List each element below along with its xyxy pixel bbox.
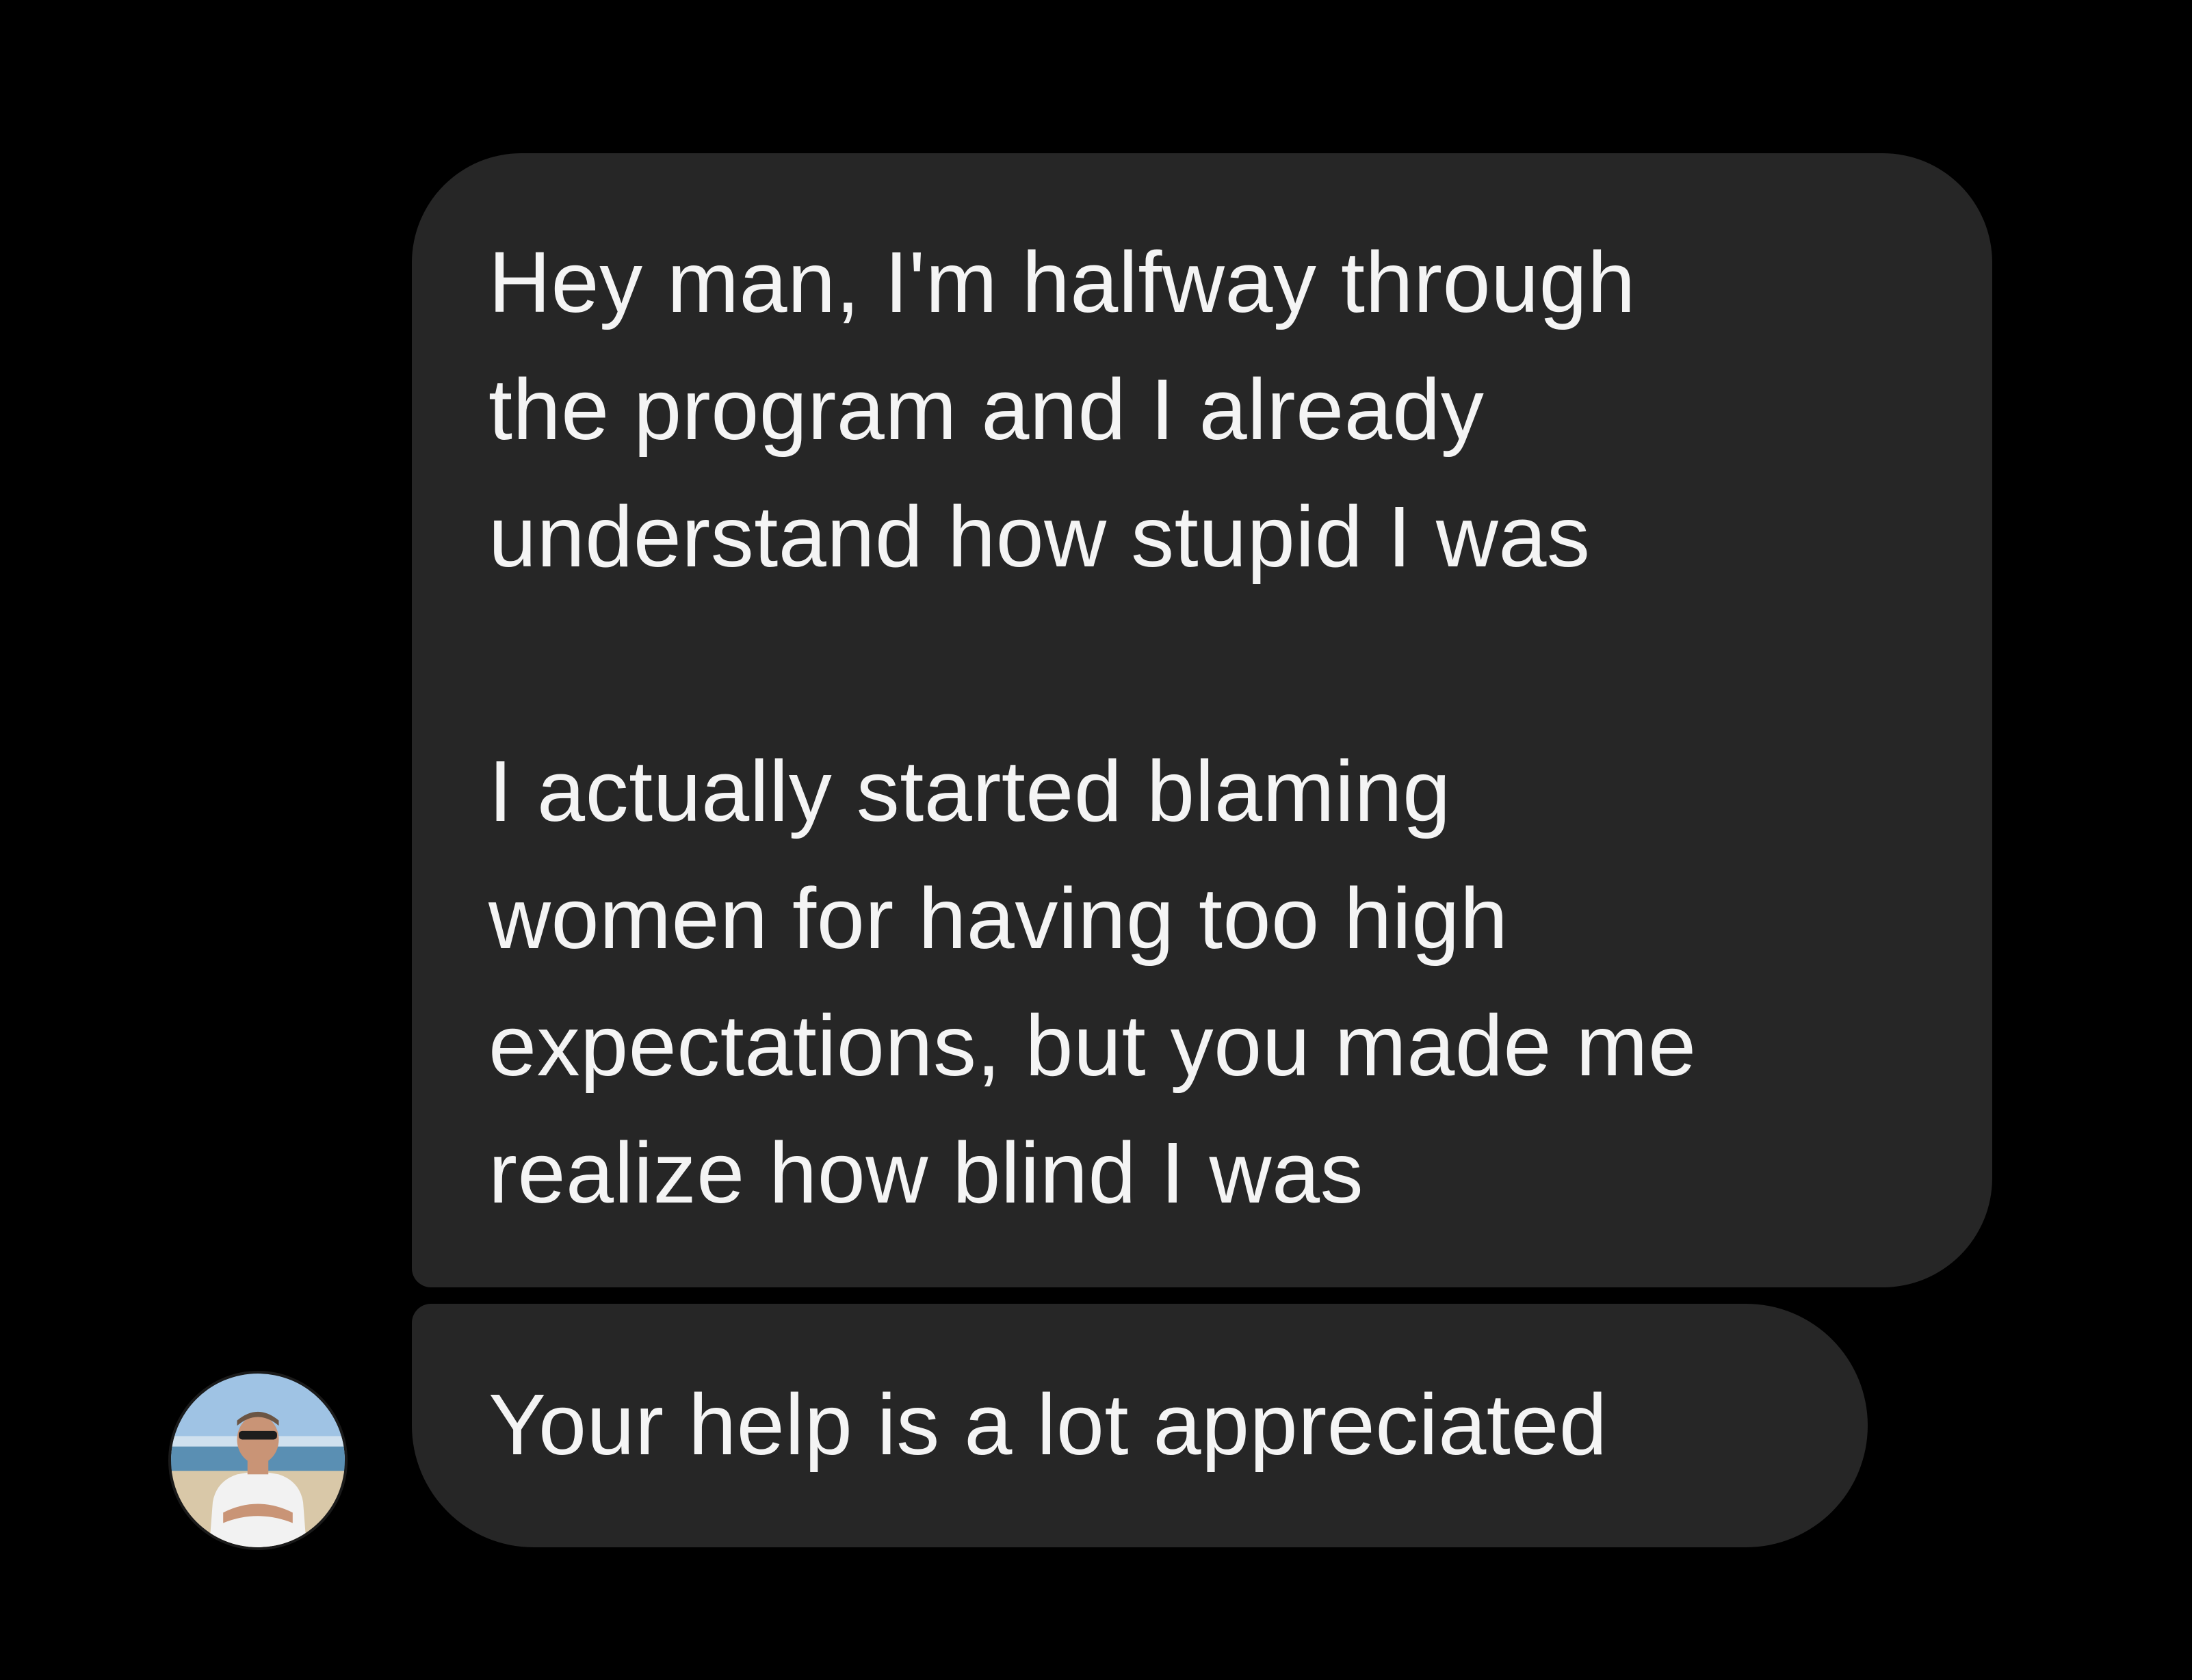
message-paragraph: I actually started blaming women for hav… [488,743,1697,1221]
avatar[interactable] [168,1371,348,1550]
message-bubble[interactable]: Hey man, I'm halfway through the program… [412,153,1992,1287]
message-paragraph: Hey man, I'm halfway through the program… [488,234,1636,585]
message-bubble[interactable]: Your help is a lot appreciated [412,1304,1868,1547]
message-thread: Hey man, I'm halfway through the program… [0,0,2192,1680]
message-text: Your help is a lot appreciated [488,1376,1608,1473]
user-avatar-photo-icon [171,1374,345,1547]
